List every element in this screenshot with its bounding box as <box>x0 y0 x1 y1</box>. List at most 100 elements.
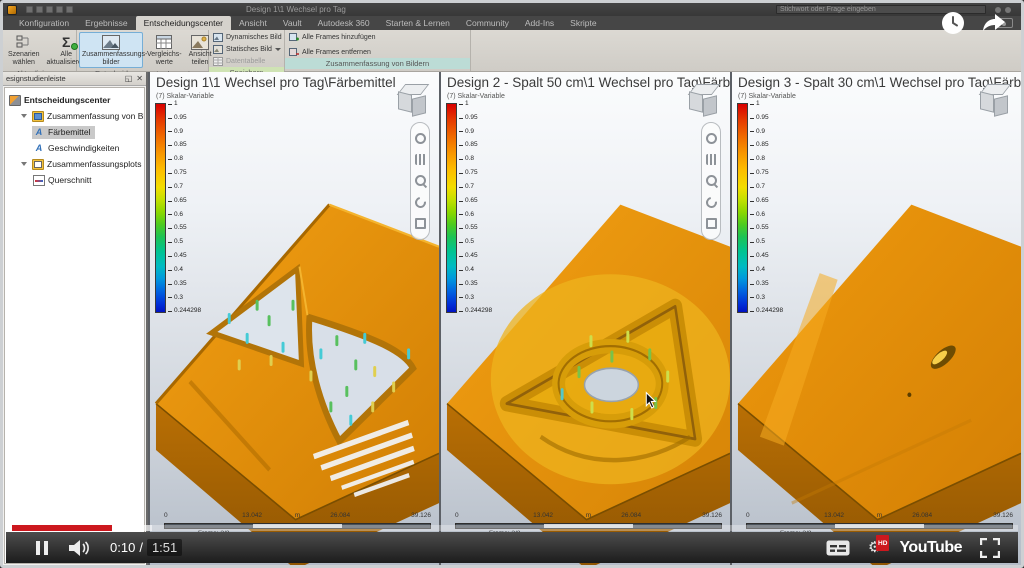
legend-tick: 1 <box>459 101 492 108</box>
navigation-bar[interactable] <box>410 122 430 240</box>
button-label: Szenarien wählen <box>8 51 40 66</box>
tab-konfiguration[interactable]: Konfiguration <box>11 16 77 30</box>
tree-item-entscheidungscenter[interactable]: Entscheidungscenter <box>5 92 144 108</box>
button-label: Dynamisches Bild <box>226 34 282 41</box>
viewcube[interactable] <box>397 84 431 116</box>
viewport-design1[interactable]: Design 1\1 Wechsel pro Tag\Färbemittel (… <box>148 72 439 565</box>
legend-ticks: 10.950.90.850.80.750.70.650.60.550.50.45… <box>750 101 783 315</box>
viewport-title: Design 1\1 Wechsel pro Tag\Färbemittel <box>156 75 396 90</box>
volume-icon[interactable] <box>68 539 90 557</box>
ribbon-group-zusammenfassung-bilder: Alle Frames hinzufügen Alle Frames entfe… <box>285 30 471 71</box>
tree-item-label: Geschwindigkeiten <box>48 143 119 153</box>
tab-autodesk-360[interactable]: Autodesk 360 <box>310 16 378 30</box>
legend-ticks: 10.950.90.850.80.750.70.650.60.550.50.45… <box>459 101 492 315</box>
settings-gear-icon[interactable]: ⚙HD <box>868 540 881 555</box>
time-display: 0:10 / 1:51 <box>110 539 182 556</box>
pause-button[interactable] <box>36 541 48 555</box>
youtube-logo[interactable]: YouTube <box>899 539 962 557</box>
ruler-labels: 013.042m26.08439.126 <box>164 512 431 521</box>
tab-starten-lernen[interactable]: Starten & Lernen <box>378 16 458 30</box>
button-label: Zusammenfassungs- bilder <box>82 51 140 66</box>
look-at-icon[interactable] <box>706 218 717 229</box>
application-menu-button[interactable] <box>7 5 17 15</box>
orbit-icon[interactable] <box>412 194 427 209</box>
captions-icon[interactable] <box>826 540 850 556</box>
ruler-label: 0 <box>455 512 459 519</box>
zoom-icon[interactable] <box>415 175 426 186</box>
vergleichswerte-button[interactable]: Vergleichs- werte <box>144 32 185 68</box>
scenarios-icon <box>15 34 33 50</box>
szenarien-waehlen-button[interactable]: Szenarien wählen <box>5 32 43 68</box>
ruler-label: m <box>586 512 591 519</box>
steering-wheel-icon[interactable] <box>706 133 717 144</box>
folder-plot-icon <box>32 159 44 170</box>
tree-item-zusammenfassungsplots[interactable]: Zusammenfassungsplots <box>5 156 144 172</box>
chevron-down-icon[interactable] <box>275 48 281 51</box>
legend-tick: 0.75 <box>750 170 783 177</box>
folder-image-icon <box>32 111 44 122</box>
viewport-design3[interactable]: Design 3 - Spalt 30 cm\1 Wechsel pro Tag… <box>730 72 1021 565</box>
statisches-bild-button[interactable]: Statisches Bild <box>213 44 280 55</box>
viewport-container: Design 1\1 Wechsel pro Tag\Färbemittel (… <box>148 72 1021 565</box>
duration: 1:51 <box>147 539 182 556</box>
document-title: Design 1\1 Wechsel pro Tag <box>246 5 346 14</box>
legend-tick: 0.65 <box>750 198 783 205</box>
alle-frames-entfernen-button[interactable]: Alle Frames entfernen <box>289 47 466 58</box>
zoom-icon[interactable] <box>706 175 717 186</box>
close-panel-icon[interactable]: ✕ <box>136 75 143 83</box>
steering-wheel-icon[interactable] <box>415 133 426 144</box>
screencast-content: Design 1\1 Wechsel pro Tag Stichwort ode… <box>3 3 1021 565</box>
tree-item-querschnitt[interactable]: Querschnitt <box>5 172 144 188</box>
pan-icon[interactable] <box>706 154 717 165</box>
orbit-icon[interactable] <box>703 194 718 209</box>
collapse-arrow-icon[interactable] <box>21 162 27 166</box>
ribbon-group-aktualisierung: Szenarien wählen Σ Alle aktualisieren Ak… <box>3 30 77 71</box>
tree-item-färbemittel[interactable]: AFärbemittel <box>5 124 144 140</box>
tab-skripte[interactable]: Skripte <box>562 16 604 30</box>
legend-tick: 0.9 <box>168 129 201 136</box>
remove-frames-icon <box>289 48 299 57</box>
pan-icon[interactable] <box>415 154 426 165</box>
legend-tick: 0.5 <box>750 239 783 246</box>
tab-ansicht[interactable]: Ansicht <box>231 16 275 30</box>
legend-tick: 0.5 <box>168 239 201 246</box>
tab-add-ins[interactable]: Add-Ins <box>517 16 562 30</box>
watch-later-icon[interactable] <box>941 11 965 35</box>
pin-panel-icon[interactable]: ◱ <box>125 75 133 83</box>
fullscreen-icon[interactable] <box>980 538 1000 558</box>
legend-tick: 0.35 <box>459 281 492 288</box>
alle-frames-hinzufuegen-button[interactable]: Alle Frames hinzufügen <box>289 32 466 43</box>
dynamisches-bild-button[interactable]: Dynamisches Bild <box>213 32 280 43</box>
decision-tree: Entscheidungscenter Zusammenfassung von B… <box>4 87 145 564</box>
legend-tick: 0.45 <box>168 253 201 260</box>
tab-community[interactable]: Community <box>458 16 517 30</box>
legend-tick: 0.4 <box>168 267 201 274</box>
tab-entscheidungscenter[interactable]: Entscheidungscenter <box>136 16 231 30</box>
legend-tick: 0.4 <box>750 267 783 274</box>
tree-item-label: Entscheidungscenter <box>24 95 110 105</box>
collapse-arrow-icon[interactable] <box>21 114 27 118</box>
video-progress-bar[interactable] <box>6 525 1018 531</box>
legend-ticks: 10.950.90.850.80.750.70.650.60.550.50.45… <box>168 101 201 315</box>
datentabelle-button[interactable]: Datentabelle <box>213 56 280 67</box>
tab-vault[interactable]: Vault <box>275 16 310 30</box>
color-legend: 10.950.90.850.80.750.70.650.60.550.50.45… <box>446 103 492 315</box>
tab-ergebnisse[interactable]: Ergebnisse <box>77 16 136 30</box>
share-icon[interactable] <box>981 11 1007 33</box>
legend-tick: 0.45 <box>459 253 492 260</box>
viewport-design2[interactable]: Design 2 - Spalt 50 cm\1 Wechsel pro Tag… <box>439 72 730 565</box>
legend-tick: 0.85 <box>750 142 783 149</box>
legend-tick: 0.244298 <box>168 308 201 315</box>
tree-item-zusammenfassung-von-bildern[interactable]: Zusammenfassung von Bildern <box>5 108 144 124</box>
tree-item-geschwindigkeiten[interactable]: AGeschwindigkeiten <box>5 140 144 156</box>
look-at-icon[interactable] <box>415 218 426 229</box>
time-separator: / <box>139 540 143 555</box>
button-label: Datentabelle <box>226 58 265 65</box>
player-control-bar: 0:10 / 1:51 ⚙HD YouTube <box>6 532 1018 563</box>
zusammenfassungsbilder-button[interactable]: Zusammenfassungs- bilder <box>79 32 143 68</box>
viewcube[interactable] <box>688 84 722 116</box>
viewcube[interactable] <box>979 84 1013 116</box>
current-time: 0:10 <box>110 540 135 555</box>
quick-access-toolbar[interactable] <box>26 6 73 13</box>
navigation-bar[interactable] <box>701 122 721 240</box>
